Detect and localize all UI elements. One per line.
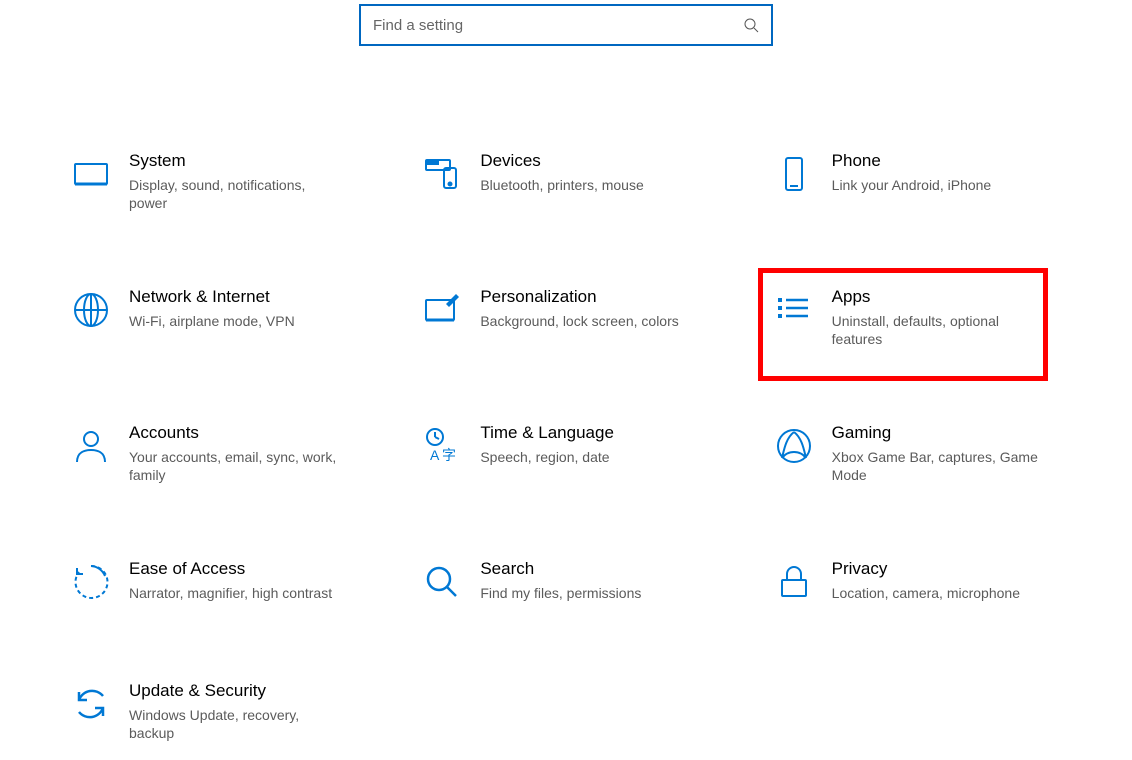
tile-title: Search xyxy=(480,558,713,580)
tile-desc: Wi-Fi, airplane mode, VPN xyxy=(129,312,339,330)
tile-title: System xyxy=(129,150,362,172)
tile-desc: Xbox Game Bar, captures, Game Mode xyxy=(832,448,1042,484)
tile-search[interactable]: Search Find my files, permissions xyxy=(412,554,719,612)
tile-title: Ease of Access xyxy=(129,558,362,580)
tile-privacy[interactable]: Privacy Location, camera, microphone xyxy=(764,554,1071,612)
tile-desc: Link your Android, iPhone xyxy=(832,176,1042,194)
tile-desc: Your accounts, email, sync, work, family xyxy=(129,448,339,484)
tile-title: Gaming xyxy=(832,422,1065,444)
system-icon xyxy=(67,150,115,198)
settings-grid: System Display, sound, notifications, po… xyxy=(61,46,1071,748)
time-language-icon: A 字 xyxy=(418,422,466,470)
tile-system[interactable]: System Display, sound, notifications, po… xyxy=(61,146,368,218)
devices-icon xyxy=(418,150,466,198)
tile-desc: Narrator, magnifier, high contrast xyxy=(129,584,339,602)
tile-personalization[interactable]: Personalization Background, lock screen,… xyxy=(412,282,719,354)
tile-desc: Uninstall, defaults, optional features xyxy=(832,312,1042,348)
tile-title: Accounts xyxy=(129,422,362,444)
tile-desc: Background, lock screen, colors xyxy=(480,312,690,330)
tile-network[interactable]: Network & Internet Wi-Fi, airplane mode,… xyxy=(61,282,368,354)
network-icon xyxy=(67,286,115,334)
tile-desc: Find my files, permissions xyxy=(480,584,690,602)
tile-title: Personalization xyxy=(480,286,713,308)
accounts-icon xyxy=(67,422,115,470)
apps-icon xyxy=(770,286,818,334)
tile-devices[interactable]: Devices Bluetooth, printers, mouse xyxy=(412,146,719,218)
svg-text:字: 字 xyxy=(442,447,456,463)
update-security-icon xyxy=(67,680,115,728)
tile-title: Privacy xyxy=(832,558,1065,580)
tile-update-security[interactable]: Update & Security Windows Update, recove… xyxy=(61,676,368,748)
tile-time-language[interactable]: A 字 Time & Language Speech, region, date xyxy=(412,418,719,490)
tile-desc: Display, sound, notifications, power xyxy=(129,176,339,212)
tile-desc: Bluetooth, printers, mouse xyxy=(480,176,690,194)
gaming-icon xyxy=(770,422,818,470)
tile-phone[interactable]: Phone Link your Android, iPhone xyxy=(764,146,1071,218)
ease-of-access-icon xyxy=(67,558,115,606)
tile-title: Apps xyxy=(832,286,1065,308)
personalization-icon xyxy=(418,286,466,334)
tile-desc: Windows Update, recovery, backup xyxy=(129,706,339,742)
phone-icon xyxy=(770,150,818,198)
svg-text:A: A xyxy=(430,447,440,463)
tile-title: Devices xyxy=(480,150,713,172)
tile-title: Update & Security xyxy=(129,680,362,702)
tile-title: Time & Language xyxy=(480,422,713,444)
search-box[interactable] xyxy=(359,4,773,46)
search-category-icon xyxy=(418,558,466,606)
search-input[interactable] xyxy=(373,17,743,34)
tile-ease-of-access[interactable]: Ease of Access Narrator, magnifier, high… xyxy=(61,554,368,612)
tile-desc: Speech, region, date xyxy=(480,448,690,466)
tile-accounts[interactable]: Accounts Your accounts, email, sync, wor… xyxy=(61,418,368,490)
tile-desc: Location, camera, microphone xyxy=(832,584,1042,602)
tile-apps[interactable]: Apps Uninstall, defaults, optional featu… xyxy=(764,282,1071,354)
privacy-icon xyxy=(770,558,818,606)
tile-gaming[interactable]: Gaming Xbox Game Bar, captures, Game Mod… xyxy=(764,418,1071,490)
tile-title: Network & Internet xyxy=(129,286,362,308)
tile-title: Phone xyxy=(832,150,1065,172)
search-icon xyxy=(743,17,759,33)
